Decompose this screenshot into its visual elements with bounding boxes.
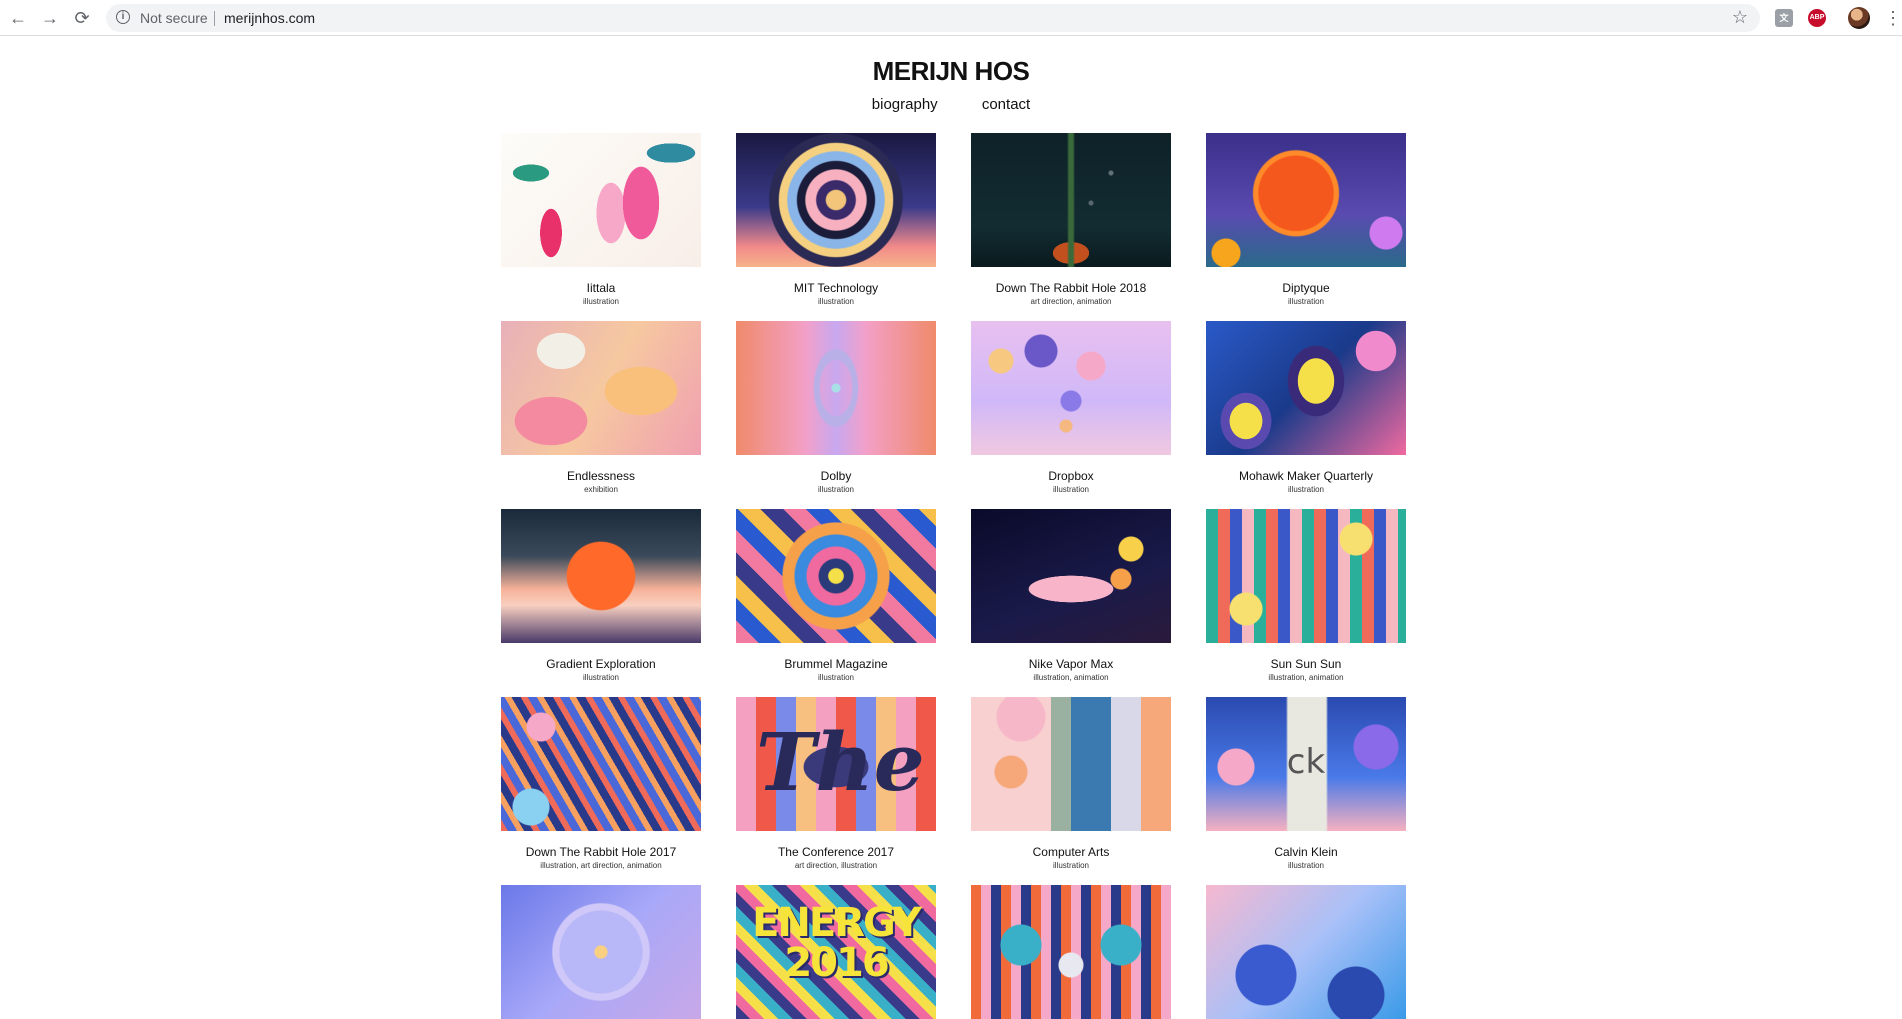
project-tags: illustration — [582, 297, 619, 306]
project-tile[interactable]: Gradient Exploration illustration — [501, 509, 701, 682]
project-thumbnail[interactable] — [736, 321, 936, 455]
project-title[interactable]: Brummel Magazine — [736, 657, 936, 671]
address-bar[interactable]: i Not secure merijnhos.com ☆ — [106, 4, 1760, 32]
bookmark-star-icon[interactable]: ☆ — [1732, 7, 1748, 28]
project-tags: illustration — [1052, 485, 1089, 494]
project-thumbnail[interactable] — [971, 885, 1171, 1019]
divider — [214, 11, 215, 26]
project-thumbnail[interactable] — [1206, 321, 1406, 455]
project-tags: illustration — [1287, 485, 1324, 494]
project-tile[interactable]: ck Calvin Klein illustration — [1206, 697, 1406, 870]
project-tile[interactable]: Down The Rabbit Hole 2018 art direction,… — [971, 133, 1171, 306]
project-title[interactable]: Dropbox — [971, 469, 1171, 483]
project-tile[interactable]: Diptyque illustration — [1206, 133, 1406, 306]
project-thumbnail[interactable]: ENERGY 2016 — [736, 885, 936, 1019]
info-icon[interactable]: i — [116, 10, 130, 24]
project-tile[interactable]: Computer Arts illustration — [971, 697, 1171, 870]
project-tags: illustration, animation — [1033, 673, 1109, 682]
project-title[interactable]: Mohawk Maker Quarterly — [1206, 469, 1406, 483]
artwork-the-text: The — [756, 715, 925, 809]
url-text[interactable]: merijnhos.com — [224, 10, 315, 26]
project-tags: exhibition — [584, 485, 618, 494]
project-title[interactable]: Computer Arts — [971, 845, 1171, 859]
project-thumbnail[interactable] — [501, 885, 701, 1019]
project-tile[interactable]: Brummel Magazine illustration — [736, 509, 936, 682]
project-thumbnail[interactable] — [971, 321, 1171, 455]
project-tile[interactable] — [501, 885, 701, 1019]
project-tile[interactable]: Dropbox illustration — [971, 321, 1171, 494]
project-tile[interactable]: MIT Technology illustration — [736, 133, 936, 306]
project-tile[interactable]: Sun Sun Sun illustration, animation — [1206, 509, 1406, 682]
site-title[interactable]: MERIJN HOS — [0, 56, 1902, 87]
project-thumbnail[interactable] — [501, 509, 701, 643]
project-tags: illustration, animation — [1268, 673, 1344, 682]
project-tile[interactable]: ENERGY 2016 — [736, 885, 936, 1019]
project-tags: illustration — [1287, 861, 1324, 870]
project-tags: illustration — [817, 485, 854, 494]
project-tags: illustration — [817, 297, 854, 306]
project-title[interactable]: Gradient Exploration — [501, 657, 701, 671]
artwork-energy-text: ENERGY 2016 — [752, 900, 922, 986]
project-thumbnail[interactable] — [501, 697, 701, 831]
project-tile[interactable]: The The Conference 2017 art direction, i… — [736, 697, 936, 870]
project-tile[interactable]: Dolby illustration — [736, 321, 936, 494]
project-thumbnail[interactable] — [736, 509, 936, 643]
project-title[interactable]: Dolby — [736, 469, 936, 483]
project-title[interactable]: Nike Vapor Max — [971, 657, 1171, 671]
project-title[interactable]: Sun Sun Sun — [1206, 657, 1406, 671]
forward-icon[interactable]: → — [40, 8, 60, 28]
browser-menu-icon[interactable]: ⋮ — [1884, 6, 1902, 30]
nav-contact-link[interactable]: contact — [982, 96, 1030, 113]
project-thumbnail[interactable] — [501, 133, 701, 267]
project-title[interactable]: Iittala — [501, 281, 701, 295]
site-nav: biography contact — [0, 96, 1902, 113]
project-thumbnail[interactable]: The — [736, 697, 936, 831]
project-tile[interactable]: Iittala illustration — [501, 133, 701, 306]
project-thumbnail[interactable] — [1206, 133, 1406, 267]
adblock-extension-icon[interactable]: ABP — [1808, 9, 1826, 27]
project-title[interactable]: Down The Rabbit Hole 2017 — [501, 845, 701, 859]
project-tile[interactable]: Mohawk Maker Quarterly illustration — [1206, 321, 1406, 494]
browser-toolbar: ← → ⟳ i Not secure merijnhos.com ☆ 文 ABP… — [0, 0, 1902, 36]
project-tile[interactable]: Endlessness exhibition — [501, 321, 701, 494]
project-thumbnail[interactable] — [1206, 885, 1406, 1019]
artwork-ck-text: ck — [1286, 742, 1326, 782]
translate-extension-icon[interactable]: 文 — [1775, 9, 1793, 27]
project-title[interactable]: Diptyque — [1206, 281, 1406, 295]
project-tags: illustration — [817, 673, 854, 682]
project-thumbnail[interactable] — [971, 697, 1171, 831]
project-title[interactable]: Calvin Klein — [1206, 845, 1406, 859]
nav-biography-link[interactable]: biography — [872, 96, 938, 113]
project-tags: art direction, illustration — [794, 861, 878, 870]
reload-icon[interactable]: ⟳ — [72, 8, 92, 28]
project-title[interactable]: MIT Technology — [736, 281, 936, 295]
project-tile[interactable]: Down The Rabbit Hole 2017 illustration, … — [501, 697, 701, 870]
project-tags: illustration, art direction, animation — [540, 861, 662, 870]
back-icon[interactable]: ← — [8, 8, 28, 28]
project-thumbnail[interactable] — [971, 509, 1171, 643]
project-thumbnail[interactable] — [1206, 509, 1406, 643]
project-thumbnail[interactable] — [501, 321, 701, 455]
project-tile[interactable] — [971, 885, 1171, 1019]
security-label: Not secure — [140, 10, 208, 26]
project-thumbnail[interactable]: ck — [1206, 697, 1406, 831]
profile-avatar[interactable] — [1848, 7, 1870, 29]
project-title[interactable]: The Conference 2017 — [736, 845, 936, 859]
project-tile[interactable]: Nike Vapor Max illustration, animation — [971, 509, 1171, 682]
project-title[interactable]: Endlessness — [501, 469, 701, 483]
project-tags: illustration — [1287, 297, 1324, 306]
project-title[interactable]: Down The Rabbit Hole 2018 — [971, 281, 1171, 295]
project-tags: art direction, animation — [1030, 297, 1112, 306]
project-tags: illustration — [1052, 861, 1089, 870]
project-tile[interactable] — [1206, 885, 1406, 1019]
project-thumbnail[interactable] — [971, 133, 1171, 267]
project-thumbnail[interactable] — [736, 133, 936, 267]
project-tags: illustration — [582, 673, 619, 682]
